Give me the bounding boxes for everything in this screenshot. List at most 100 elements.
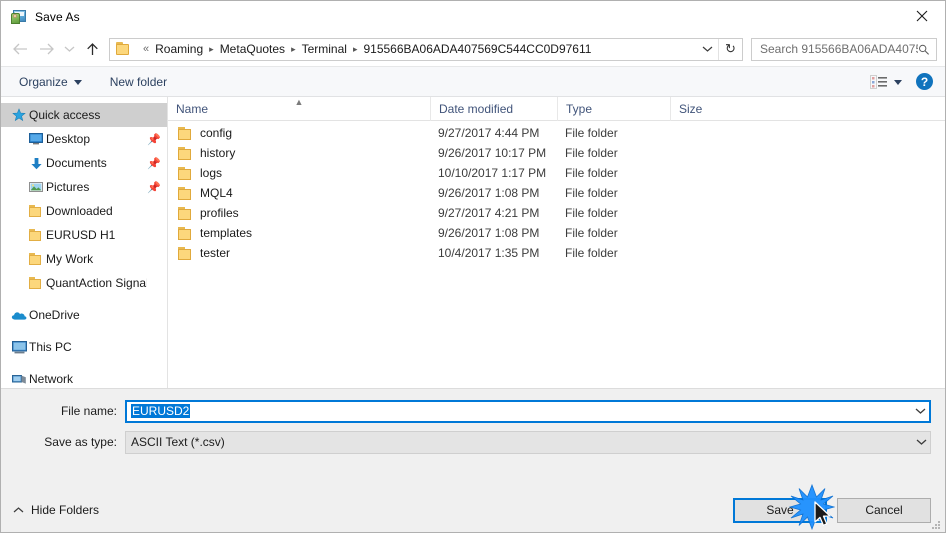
filename-dropdown-button[interactable] [911,407,929,415]
window-title: Save As [35,9,80,24]
view-mode-button[interactable] [870,74,902,89]
sidebar-item-onedrive[interactable]: OneDrive [1,303,167,327]
file-name-cell[interactable]: MQL4 [168,186,430,200]
file-name: config [200,126,233,140]
file-name: profiles [200,206,239,220]
recent-locations-button[interactable] [59,36,79,62]
new-folder-button[interactable]: New folder [110,75,167,89]
column-header-type[interactable]: Type [557,96,670,121]
sidebar-label: Network [29,372,74,386]
sidebar-item-quantaction-signal[interactable]: QuantAction Signal [1,271,167,295]
breadcrumb-chevron-1[interactable]: ▸ [291,44,296,55]
sidebar-item-pictures[interactable]: Pictures 📌 [1,175,167,199]
breadcrumb-bar[interactable]: « Roaming ▸ MetaQuotes ▸ Terminal ▸ 9155… [109,37,743,61]
file-rows: config 9/27/2017 4:44 PM File folder his… [168,121,945,388]
file-name-cell[interactable]: logs [168,166,430,180]
file-name-cell[interactable]: config [168,126,430,140]
file-date-cell: 10/10/2017 1:17 PM [438,166,547,180]
sidebar-item-eurusd-h1[interactable]: EURUSD H1 [1,223,167,247]
filename-value-wrap: EURUSD2 [131,404,911,418]
refresh-button[interactable]: ↻ [718,38,742,60]
sidebar-label: QuantAction Signal [46,276,147,290]
pictures-image-icon [26,181,46,193]
close-icon [916,10,928,22]
file-date-cell: 9/27/2017 4:21 PM [438,206,540,220]
sidebar-item-desktop[interactable]: Desktop 📌 [1,127,167,151]
table-row[interactable]: MQL4 9/26/2017 1:08 PM File folder [168,183,945,203]
chevron-down-icon [916,439,926,445]
breadcrumb-overflow[interactable]: « [143,43,149,55]
breadcrumb-dropdown-button[interactable] [696,39,718,60]
onedrive-cloud-icon [9,310,29,321]
forward-button[interactable] [33,36,59,62]
table-row[interactable]: history 9/26/2017 10:17 PM File folder [168,143,945,163]
savetype-dropdown-button[interactable] [912,438,930,446]
forward-arrow-icon [39,43,54,55]
chevron-down-icon [73,80,82,85]
sidebar-item-documents[interactable]: Documents 📌 [1,151,167,175]
table-row[interactable]: logs 10/10/2017 1:17 PM File folder [168,163,945,183]
folder-icon [178,126,193,140]
sidebar-item-this-pc[interactable]: This PC [1,335,167,359]
column-header-row: ▲ Name Date modified Type Size [168,96,945,121]
breadcrumb-item-2[interactable]: Terminal [301,40,348,58]
file-type-cell: File folder [565,226,618,240]
search-box[interactable]: Search 915566BA06ADA40756... [751,37,937,61]
pin-icon[interactable]: 📌 [147,181,161,194]
file-name-cell[interactable]: tester [168,246,430,260]
search-input[interactable]: Search 915566BA06ADA40756... [760,42,918,56]
search-icon [919,44,930,55]
column-header-size[interactable]: Size [670,96,748,121]
sidebar-item-quick-access[interactable]: Quick access [1,103,167,127]
filename-input[interactable]: EURUSD2 [125,399,931,423]
save-button[interactable]: Save [733,497,827,523]
content-area: Quick access Desktop 📌 Documents 📌 Pictu… [1,96,945,388]
network-icon [9,373,29,386]
file-name: logs [200,166,223,180]
chevron-up-icon [13,507,24,513]
this-pc-icon [9,340,29,354]
pin-icon[interactable]: 📌 [147,157,161,170]
savetype-select[interactable]: ASCII Text (*.csv) [125,430,931,454]
table-row[interactable]: templates 9/26/2017 1:08 PM File folder [168,223,945,243]
savetype-value: ASCII Text (*.csv) [131,435,225,449]
cancel-label: Cancel [865,503,903,517]
view-dropdown-chevron-icon[interactable] [894,80,902,85]
table-row[interactable]: tester 10/4/2017 1:35 PM File folder [168,243,945,263]
cancel-button[interactable]: Cancel [837,497,931,523]
sidebar-label: Desktop [46,132,91,146]
folder-icon [26,277,46,289]
table-row[interactable]: profiles 9/27/2017 4:21 PM File folder [168,203,945,223]
column-header-name[interactable]: ▲ Name [168,97,430,121]
breadcrumb-item-0[interactable]: Roaming [154,40,204,58]
folder-icon [178,146,193,160]
sidebar-item-network[interactable]: Network [1,367,167,388]
file-name-cell[interactable]: history [168,146,430,160]
resize-grip-icon[interactable] [930,518,942,530]
breadcrumb-chevron-0[interactable]: ▸ [209,44,214,55]
help-label: ? [920,74,929,89]
hide-folders-button[interactable]: Hide Folders [13,503,99,517]
file-name-cell[interactable]: profiles [168,206,430,220]
file-name-cell[interactable]: templates [168,226,430,240]
table-row[interactable]: config 9/27/2017 4:44 PM File folder [168,123,945,143]
up-button[interactable] [79,36,105,62]
breadcrumb-item-1[interactable]: MetaQuotes [219,40,286,58]
file-list-pane: ▲ Name Date modified Type Size config 9/… [168,96,945,388]
help-button[interactable]: ? [916,73,933,90]
back-button[interactable] [7,36,33,62]
close-button[interactable] [899,1,945,31]
sidebar-label: This PC [29,340,72,354]
pin-icon[interactable]: 📌 [147,133,161,146]
file-name: tester [200,246,231,260]
breadcrumb-item-3[interactable]: 915566BA06ADA407569C544CC0D97611 [362,40,592,58]
column-header-date-modified[interactable]: Date modified [430,96,557,121]
file-type-cell: File folder [565,126,618,140]
sidebar-item-my-work[interactable]: My Work [1,247,167,271]
breadcrumb-chevron-2[interactable]: ▸ [353,44,358,55]
sidebar-item-downloaded[interactable]: Downloaded [1,199,167,223]
file-date-cell: 10/4/2017 1:35 PM [438,246,540,260]
organize-button[interactable]: Organize [19,75,82,89]
file-type-cell: File folder [565,246,618,260]
